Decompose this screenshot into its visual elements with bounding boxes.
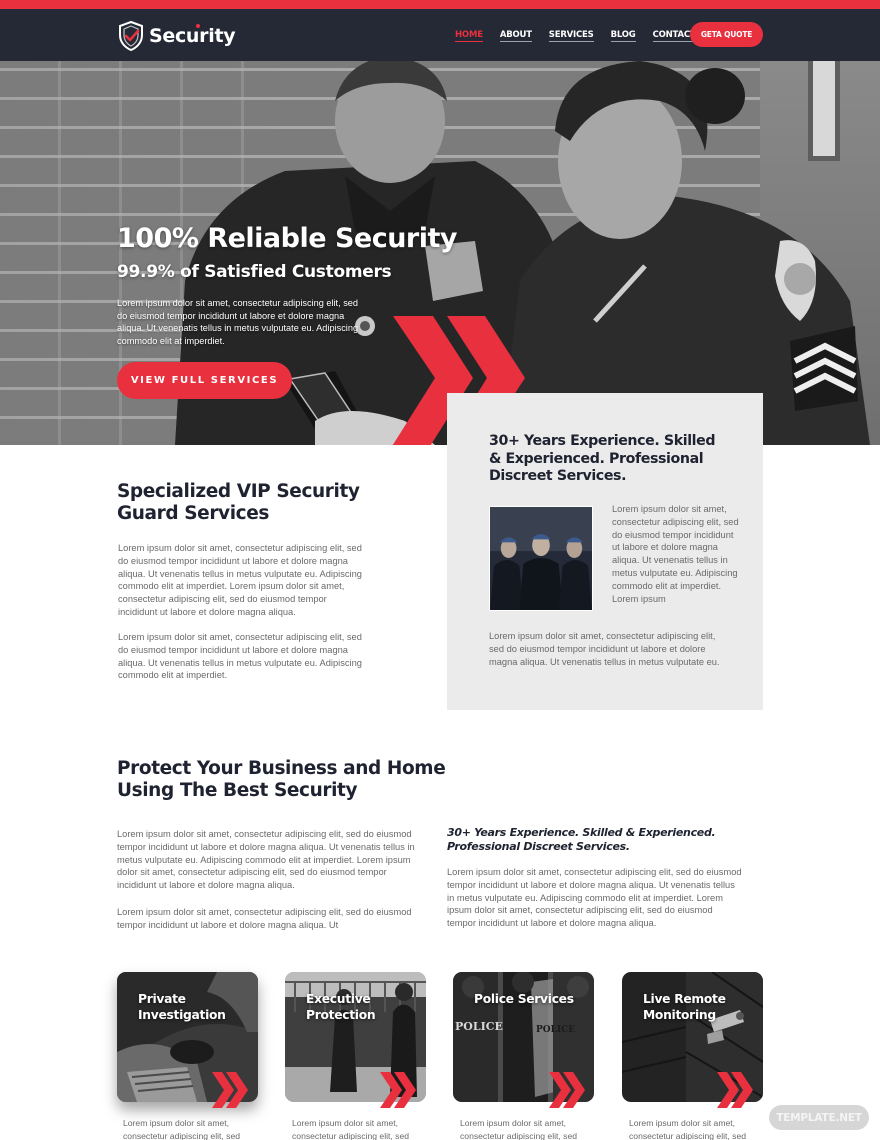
main-nav: HOME ABOUT SERVICES BLOG CONTACT (455, 30, 713, 42)
service-card-title: Police Services (474, 992, 574, 1006)
nav-item-about[interactable]: ABOUT (499, 30, 532, 42)
service-card-text: Lorem ipsum dolor sit amet, consectetur … (629, 1118, 747, 1140)
experience-card: 30+ Years Experience. Skilled & Experien… (447, 393, 763, 710)
view-full-services-button[interactable]: VIEW FULL SERVICES (117, 362, 292, 399)
vip-section-paragraph: Lorem ipsum dolor sit amet, consectetur … (118, 543, 362, 617)
nav-item-blog[interactable]: BLOG (610, 30, 636, 42)
hero-officer-female-image (500, 61, 870, 445)
protect-section-paragraph: Lorem ipsum dolor sit amet, consectetur … (117, 907, 412, 930)
navbar: Security HOME ABOUT SERVICES BLOG CONTAC… (0, 9, 880, 61)
logo-text: Security (149, 25, 236, 47)
protect-section-paragraph: Lorem ipsum dolor sit amet, consectetur … (117, 829, 415, 891)
service-card-text: Lorem ipsum dolor sit amet, consectetur … (292, 1118, 410, 1140)
guards-team-photo (489, 506, 593, 611)
double-chevron-right-icon (717, 1072, 753, 1108)
double-chevron-right-icon (380, 1072, 416, 1108)
service-card-text: Lorem ipsum dolor sit amet, consectetur … (123, 1118, 241, 1140)
logo-accent-dot (196, 24, 200, 28)
nav-item-services[interactable]: SERVICES (548, 30, 594, 42)
shield-check-icon (119, 20, 143, 52)
service-card-title: Live Remote Monitoring (643, 992, 726, 1022)
get-a-quote-button[interactable]: GETA QUOTE (690, 22, 763, 47)
hero-subtitle: 99.9% of Satisfied Customers (117, 262, 392, 282)
experience-card-bottom-text: Lorem ipsum dolor sit amet, consectetur … (489, 631, 720, 667)
vip-section-title: Specialized VIP Security Guard Services (117, 481, 360, 524)
service-card-title: Executive Protection (306, 992, 376, 1022)
hero-body-text: Lorem ipsum dolor sit amet, consectetur … (117, 298, 359, 346)
service-card-title: Private Investigation (138, 992, 226, 1022)
protect-side-paragraph: Lorem ipsum dolor sit amet, consectetur … (447, 867, 742, 929)
nav-item-home[interactable]: HOME (455, 30, 483, 42)
vip-section-paragraph: Lorem ipsum dolor sit amet, consectetur … (118, 632, 362, 681)
nav-item-contact[interactable]: CONTACT (652, 30, 696, 42)
double-chevron-right-icon (212, 1072, 248, 1108)
experience-card-title: 30+ Years Experience. Skilled & Experien… (489, 433, 716, 484)
protect-side-title: 30+ Years Experience. Skilled & Experien… (447, 826, 716, 853)
hero-title: 100% Reliable Security (117, 223, 458, 254)
logo[interactable]: Security (117, 20, 236, 52)
service-card-text: Lorem ipsum dolor sit amet, consectetur … (460, 1118, 578, 1140)
svg-text:POLICE: POLICE (455, 1020, 503, 1033)
double-chevron-right-icon (549, 1072, 585, 1108)
hero-section: 100% Reliable Security 99.9% of Satisfie… (0, 61, 880, 445)
template-net-watermark: TEMPLATE.NET (769, 1105, 869, 1130)
protect-section-title: Protect Your Business and Home Using The… (117, 758, 446, 801)
experience-card-side-text: Lorem ipsum dolor sit amet, consectetur … (612, 504, 739, 604)
svg-text:POLICE: POLICE (536, 1025, 575, 1035)
top-accent-bar (0, 0, 880, 9)
